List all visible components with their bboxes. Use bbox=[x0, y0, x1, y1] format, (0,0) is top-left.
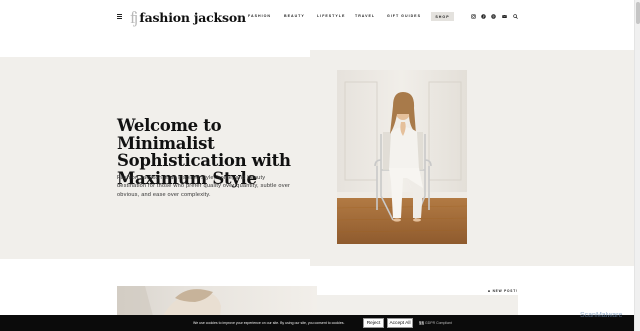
nav-travel[interactable]: TRAVEL bbox=[355, 14, 375, 18]
cookie-reject-button[interactable]: Reject bbox=[363, 318, 384, 328]
email-icon[interactable] bbox=[502, 14, 507, 19]
gdpr-badge: §§ GDPR Compliant bbox=[419, 320, 452, 325]
scrollbar-thumb[interactable] bbox=[636, 2, 640, 24]
pinterest-icon[interactable] bbox=[481, 14, 486, 19]
shop-button[interactable]: SHOP bbox=[431, 12, 454, 21]
nav-beauty[interactable]: BEAUTY bbox=[284, 14, 305, 18]
cookie-accept-all-button[interactable]: Accept All bbox=[387, 318, 413, 328]
gdpr-label: GDPR Compliant bbox=[425, 321, 452, 325]
new-post-badge: ■ NEW POST! bbox=[488, 287, 518, 295]
cookie-consent-bar: We use cookies to improve your experienc… bbox=[0, 315, 634, 331]
nav-gift-guides[interactable]: GIFT GUIDES bbox=[387, 14, 421, 18]
page-scrollbar[interactable] bbox=[634, 0, 640, 331]
hero-photo bbox=[337, 70, 467, 244]
hamburger-menu-icon[interactable] bbox=[117, 14, 122, 19]
logo-wordmark: fashion jackson bbox=[139, 9, 246, 25]
spotify-icon[interactable] bbox=[491, 14, 496, 19]
search-icon[interactable] bbox=[513, 14, 518, 19]
nav-fashion[interactable]: FASHION bbox=[248, 14, 271, 18]
woman-on-chair-illustration bbox=[337, 70, 467, 244]
nav-lifestyle[interactable]: LIFESTYLE bbox=[317, 14, 345, 18]
gdpr-mark: §§ bbox=[419, 320, 425, 325]
hero-description: Fashion Jackson is an inspired style, ho… bbox=[117, 175, 291, 198]
logo-monogram: fj bbox=[130, 7, 139, 27]
site-header: fj fashion jackson FASHION BEAUTY LIFEST… bbox=[0, 0, 634, 33]
site-logo[interactable]: fj fashion jackson bbox=[130, 8, 246, 26]
scanmalware-watermark: ScanMalware bbox=[580, 312, 623, 319]
instagram-icon[interactable] bbox=[471, 14, 476, 19]
cookie-message: We use cookies to improve your experienc… bbox=[193, 321, 345, 325]
